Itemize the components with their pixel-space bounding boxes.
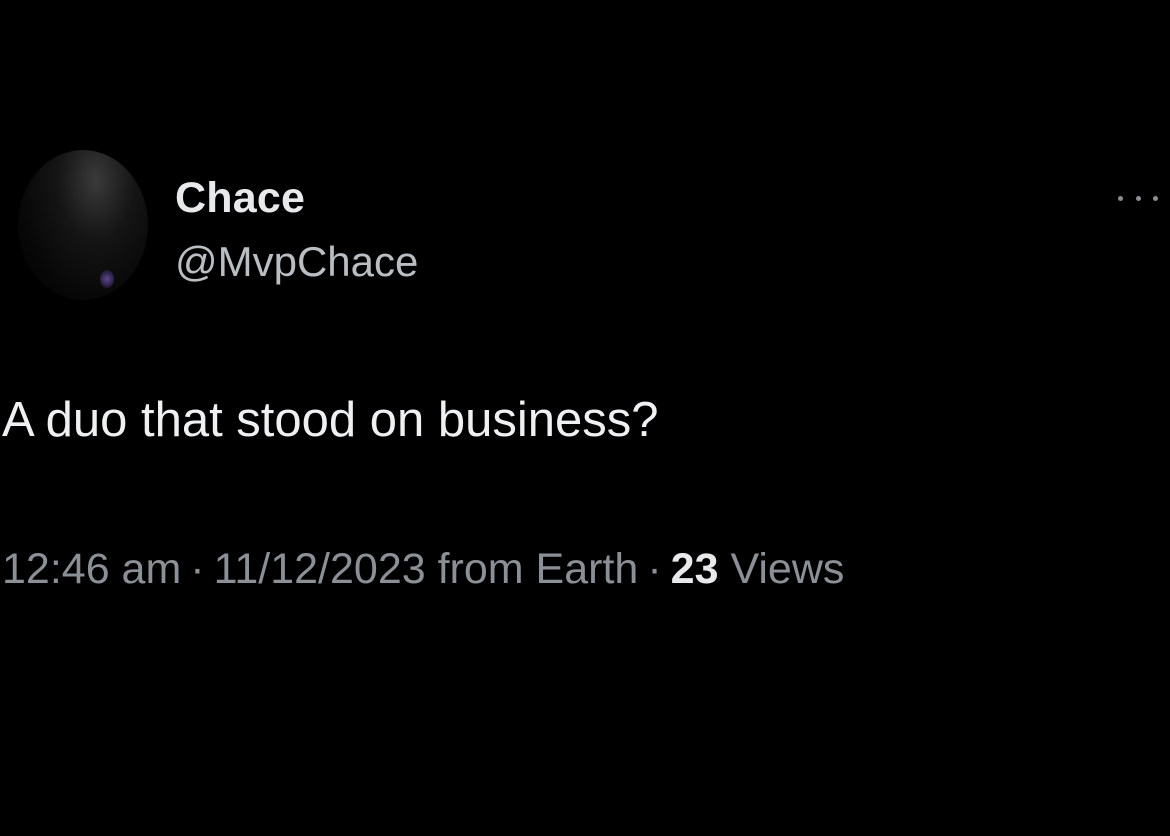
avatar-highlight — [100, 270, 114, 288]
tweet-date[interactable]: 11/12/2023 — [214, 545, 426, 593]
user-handle[interactable]: @MvpChace — [175, 238, 418, 286]
dot — [1153, 195, 1158, 201]
tweet-detail: Chace @MvpChace A duo that stood on busi… — [0, 0, 1170, 836]
dot — [1118, 195, 1123, 201]
tweet-text: A duo that stood on business? — [2, 393, 659, 447]
separator: · — [190, 545, 205, 593]
display-name[interactable]: Chace — [175, 174, 305, 223]
views-label: Views — [730, 545, 845, 593]
views-count: 23 — [670, 545, 719, 593]
tweet-source: from Earth — [437, 545, 639, 593]
dot — [1135, 195, 1141, 201]
tweet-time[interactable]: 12:46 am — [2, 545, 181, 593]
separator: · — [647, 545, 662, 593]
avatar[interactable] — [18, 150, 148, 300]
more-options-icon[interactable] — [1118, 188, 1158, 208]
tweet-metadata: 12:46 am · 11/12/2023 from Earth · 23 Views — [2, 545, 844, 594]
